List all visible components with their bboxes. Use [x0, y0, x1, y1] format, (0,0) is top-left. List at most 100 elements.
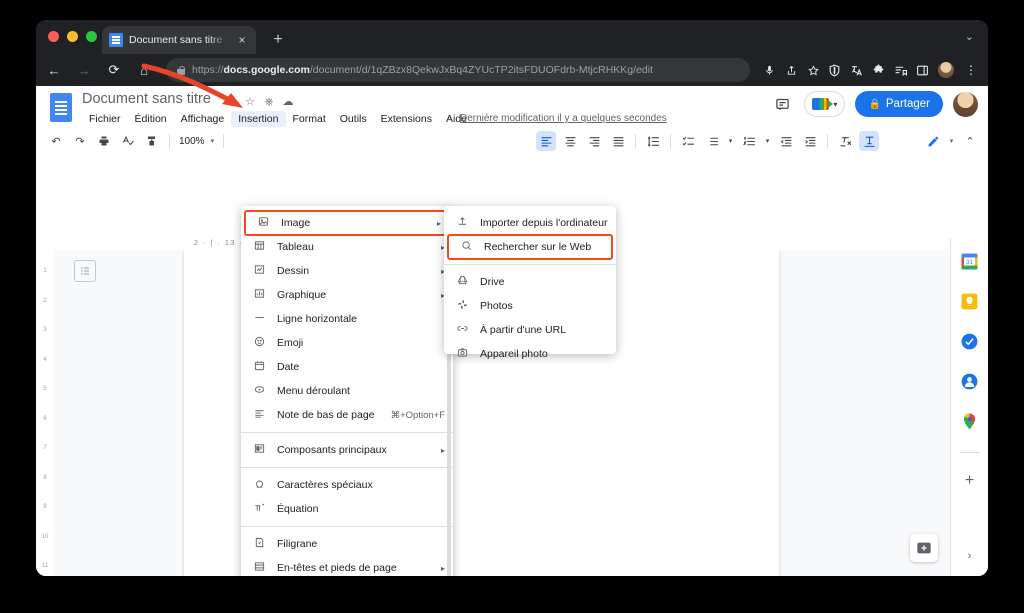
vruler-tick: 11 [41, 563, 49, 569]
insert-menu-item-caract-res-sp-ciaux[interactable]: Caractères spéciaux [241, 473, 453, 497]
share-button[interactable]: 🔒 Partager [855, 91, 943, 117]
horizontal-rule-icon [251, 312, 267, 326]
maximize-window-button[interactable] [86, 31, 97, 42]
undo-button[interactable]: ↶ [46, 131, 66, 151]
minimize-window-button[interactable] [67, 31, 78, 42]
text-style-icon[interactable] [859, 131, 879, 151]
puzzle-icon[interactable] [872, 64, 885, 77]
google-maps-icon[interactable] [960, 412, 980, 432]
vertical-ruler[interactable]: 1 2 3 4 5 6 7 8 9 10 11 12 [36, 250, 54, 576]
insert-menu-item-emoji[interactable]: Emoji [241, 331, 453, 355]
insert-menu-item-image[interactable]: Image ▸ [244, 210, 450, 236]
omnibox-row: ← → ⟳ ⌂ https://docs.google.com/document… [36, 54, 988, 86]
collapse-toolbar-icon[interactable]: ⌃ [960, 131, 980, 151]
google-calendar-icon[interactable]: 31 [960, 252, 980, 272]
insert-menu-item-quation[interactable]: Équation [241, 497, 453, 521]
expand-side-panel-button[interactable]: › [968, 550, 972, 562]
menu-fichier[interactable]: Fichier [82, 111, 128, 127]
google-tasks-icon[interactable] [960, 332, 980, 352]
sidepanel-icon[interactable] [916, 64, 929, 77]
menu-edition[interactable]: Édition [128, 111, 174, 127]
download-icon[interactable] [758, 59, 780, 81]
checklist-icon[interactable] [678, 131, 698, 151]
insert-menu-item-composants-principaux[interactable]: Composants principaux ▸ [241, 438, 453, 462]
numbered-list-caret-icon[interactable]: ▾ [763, 131, 772, 151]
shield-icon[interactable] [828, 64, 841, 77]
home-button[interactable]: ⌂ [132, 58, 156, 82]
close-window-button[interactable] [48, 31, 59, 42]
insert-menu-item-ligne-horizontale[interactable]: Ligne horizontale [241, 307, 453, 331]
menu-insertion[interactable]: Insertion [231, 111, 286, 127]
browser-menu-button[interactable]: ⋮ [963, 64, 979, 76]
decrease-indent-icon[interactable] [776, 131, 796, 151]
align-justify-icon[interactable] [608, 131, 628, 151]
share-icon[interactable] [780, 59, 802, 81]
google-docs-logo-icon[interactable] [50, 93, 72, 122]
search-icon [458, 240, 474, 254]
start-meeting-button[interactable]: ▾ [804, 91, 846, 117]
line-spacing-icon[interactable] [643, 131, 663, 151]
print-icon[interactable] [94, 131, 114, 151]
move-to-folder-icon[interactable]: ⎈ [262, 95, 276, 109]
menu-format[interactable]: Format [286, 111, 333, 127]
star-icon[interactable]: ☆ [243, 95, 257, 109]
align-right-icon[interactable] [584, 131, 604, 151]
menu-item-label: À partir d'une URL [480, 324, 567, 336]
cloud-saved-icon[interactable]: ☁ [281, 95, 295, 109]
document-outline-button[interactable] [74, 260, 96, 282]
browser-tab[interactable]: Document sans titre - Google D × [102, 26, 256, 54]
menu-outils[interactable]: Outils [333, 111, 374, 127]
comment-history-icon[interactable] [770, 92, 794, 116]
reload-button[interactable]: ⟳ [102, 58, 126, 82]
address-bar[interactable]: https://docs.google.com/document/d/1qZBz… [166, 58, 750, 82]
google-keep-icon[interactable] [960, 292, 980, 312]
align-center-icon[interactable] [560, 131, 580, 151]
image-submenu-item-appareil-photo[interactable]: Appareil photo [444, 342, 616, 366]
toolbar-divider [670, 134, 671, 148]
account-avatar[interactable] [953, 91, 978, 117]
google-contacts-icon[interactable] [960, 372, 980, 392]
new-tab-button[interactable]: + [268, 30, 288, 50]
back-button[interactable]: ← [42, 58, 66, 82]
image-submenu[interactable]: Importer depuis l'ordinateur Rechercher s… [444, 206, 616, 360]
image-submenu-item-importer-depuis-l-ordinateur[interactable]: Importer depuis l'ordinateur [444, 211, 616, 235]
edit-mode-icon[interactable] [923, 131, 943, 151]
image-submenu-item-partir-d-une-url[interactable]: À partir d'une URL [444, 318, 616, 342]
insert-menu-item-dessin[interactable]: Dessin ▸ [241, 259, 453, 283]
chevron-down-icon[interactable]: ⌄ [965, 30, 974, 43]
browser-profile-avatar[interactable] [938, 62, 954, 78]
image-submenu-item-rechercher-sur-le-web[interactable]: Rechercher sur le Web [447, 234, 613, 260]
insertion-menu[interactable]: Image ▸ Tableau ▸ Dessin ▸ Graphique ▸ Ligne hor… [241, 206, 453, 576]
edit-mode-caret-icon[interactable]: ▾ [947, 131, 956, 151]
close-tab-icon[interactable]: × [235, 34, 249, 46]
image-submenu-item-drive[interactable]: Drive [444, 270, 616, 294]
numbered-list-icon[interactable] [739, 131, 759, 151]
align-left-icon[interactable] [536, 131, 556, 151]
translate-icon[interactable] [850, 64, 863, 77]
last-edit-label[interactable]: Dernière modification il y a quelques se… [460, 113, 667, 124]
insert-menu-item-date[interactable]: Date [241, 355, 453, 379]
insert-menu-item-note-de-bas-de-page[interactable]: Note de bas de page ⌘+Option+F [241, 403, 453, 427]
document-title[interactable]: Document sans titre [82, 91, 211, 107]
insert-menu-item-en-t-tes-et-pieds-de-page[interactable]: En-têtes et pieds de page ▸ [241, 556, 453, 576]
bulleted-list-caret-icon[interactable]: ▾ [726, 131, 735, 151]
redo-button[interactable]: ↷ [70, 131, 90, 151]
increase-indent-icon[interactable] [800, 131, 820, 151]
menu-extensions[interactable]: Extensions [374, 111, 439, 127]
insert-menu-item-tableau[interactable]: Tableau ▸ [241, 235, 453, 259]
bulleted-list-icon[interactable] [702, 131, 722, 151]
insert-menu-item-graphique[interactable]: Graphique ▸ [241, 283, 453, 307]
menu-affichage[interactable]: Affichage [174, 111, 232, 127]
zoom-select[interactable]: 100% ▾ [175, 136, 218, 147]
image-submenu-item-photos[interactable]: Photos [444, 294, 616, 318]
clear-formatting-icon[interactable] [835, 131, 855, 151]
explore-button[interactable] [910, 534, 938, 562]
insert-menu-item-menu-d-roulant[interactable]: Menu déroulant [241, 379, 453, 403]
readinglist-icon[interactable] [894, 64, 907, 77]
add-app-button[interactable]: + [960, 471, 980, 491]
spellcheck-icon[interactable] [118, 131, 138, 151]
insert-menu-item-filigrane[interactable]: Filigrane [241, 532, 453, 556]
forward-button[interactable]: → [72, 58, 96, 82]
paint-format-icon[interactable] [142, 131, 162, 151]
bookmark-star-icon[interactable] [802, 59, 824, 81]
